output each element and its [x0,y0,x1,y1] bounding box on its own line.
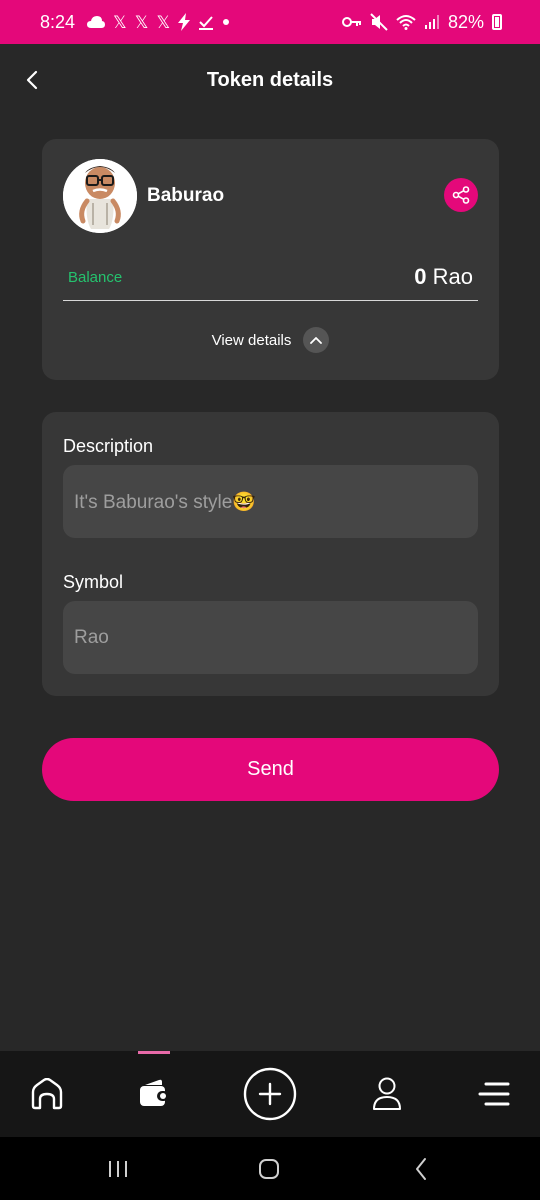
home-circle-icon [259,1158,279,1179]
profile-icon [373,1077,401,1110]
description-field: It's Baburao's style🤓 [63,465,478,538]
nav-menu[interactable] [464,1051,524,1137]
x-icon: 𝕏 [134,12,149,32]
home-icon [31,1078,63,1110]
balance-label: Balance [68,269,123,286]
nav-wallet[interactable] [124,1051,184,1137]
wallet-icon [140,1079,169,1106]
back-button[interactable] [20,68,44,92]
bolt-icon [178,13,191,31]
share-icon [452,186,470,204]
battery-icon [492,14,502,30]
system-back-button[interactable] [391,1137,451,1200]
view-details-label: View details [211,331,292,349]
nav-create[interactable] [240,1051,300,1137]
signal-icon [424,15,439,29]
status-bar: 8:24 𝕏 𝕏 𝕏 82% [0,0,540,44]
description-label: Description [63,436,154,456]
balance-unit: Rao [432,264,473,289]
menu-icon [478,1082,510,1106]
mute-icon [370,13,388,31]
battery-percent: 82% [447,11,484,32]
recent-apps-icon [109,1160,127,1177]
token-info-card: Description It's Baburao's style🤓 Symbol… [42,412,499,696]
key-icon [341,17,361,27]
plus-circle-icon [243,1067,297,1121]
status-time: 8:24 [40,11,76,32]
token-avatar [63,159,137,233]
symbol-field: Rao [63,601,478,674]
baburao-avatar-icon [63,159,137,233]
back-icon [416,1157,426,1180]
status-left: 8:24 𝕏 𝕏 𝕏 [40,12,230,33]
balance-value: 0 Rao [414,264,473,290]
balance-divider [63,300,478,301]
system-nav-bar [0,1137,540,1200]
bottom-nav [0,1051,540,1137]
status-right: 82% [341,11,502,33]
page-title: Token details [206,68,334,91]
dot-icon [223,19,230,25]
recent-apps-button[interactable] [88,1137,148,1200]
token-name: Baburao [147,185,225,206]
view-details-toggle[interactable]: View details [42,327,499,353]
cloud-icon [87,16,106,28]
chevron-left-icon [26,70,38,90]
nav-home[interactable] [17,1051,77,1137]
chevron-up-icon [303,327,330,353]
share-button[interactable] [444,178,478,212]
symbol-label: Symbol [63,572,124,592]
send-button[interactable]: Send [42,738,499,801]
token-card: Baburao Balance 0 Rao View details [42,139,499,380]
x-icon: 𝕏 [113,12,127,32]
x-icon: 𝕏 [156,12,171,32]
home-button[interactable] [239,1137,299,1200]
check-icon [199,16,214,30]
header: Token details [0,44,540,116]
nav-profile[interactable] [357,1051,417,1137]
balance-amount: 0 [414,264,427,289]
wifi-icon [396,15,416,30]
